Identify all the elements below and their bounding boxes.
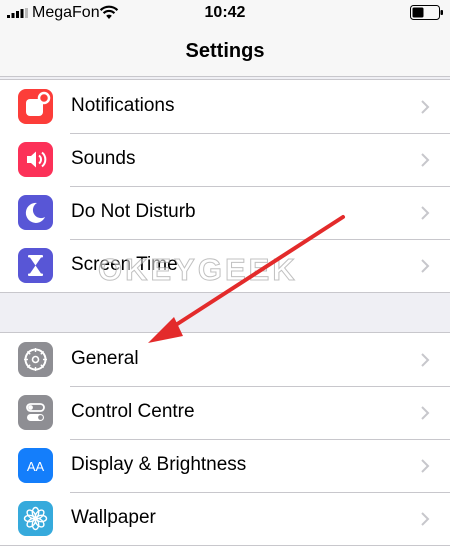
moon-icon	[18, 195, 53, 230]
row-label: Control Centre	[71, 401, 195, 422]
chevron-right-icon	[421, 100, 430, 114]
chevron-right-icon	[421, 406, 430, 420]
settings-row-display-brightness[interactable]: AA Display & Brightness	[0, 439, 450, 492]
gear-icon	[18, 342, 53, 377]
settings-row-do-not-disturb[interactable]: Do Not Disturb	[0, 186, 450, 239]
switches-icon	[18, 395, 53, 430]
notifications-icon	[18, 89, 53, 124]
chevron-right-icon	[421, 353, 430, 367]
row-label: Display & Brightness	[71, 454, 247, 475]
flower-icon	[18, 501, 53, 536]
row-label: Sounds	[71, 148, 136, 169]
settings-row-general[interactable]: General	[0, 333, 450, 386]
hourglass-icon	[18, 248, 53, 283]
chevron-right-icon	[421, 153, 430, 167]
chevron-right-icon	[421, 259, 430, 273]
svg-text:AA: AA	[27, 459, 45, 474]
settings-row-notifications[interactable]: Notifications	[0, 80, 450, 133]
navigation-bar: Settings	[0, 26, 450, 77]
chevron-right-icon	[421, 459, 430, 473]
settings-row-control-centre[interactable]: Control Centre	[0, 386, 450, 439]
row-label: Do Not Disturb	[71, 201, 196, 222]
watermark: OKEYGEEK	[98, 252, 298, 288]
text-size-icon: AA	[18, 448, 53, 483]
settings-row-sounds[interactable]: Sounds	[0, 133, 450, 186]
row-label: General	[71, 348, 139, 369]
chevron-right-icon	[421, 206, 430, 220]
chevron-right-icon	[421, 512, 430, 526]
page-title: Settings	[185, 40, 265, 62]
row-label: Notifications	[71, 95, 175, 116]
settings-group-2: General Control Centre AA Display & Brig…	[0, 332, 450, 546]
status-clock: 10:42	[204, 4, 246, 21]
sounds-icon	[18, 142, 53, 177]
status-bar: MegaFon 10:42	[0, 0, 450, 26]
settings-row-wallpaper[interactable]: Wallpaper	[0, 492, 450, 545]
row-label: Wallpaper	[71, 507, 156, 528]
battery-icon	[410, 5, 443, 20]
